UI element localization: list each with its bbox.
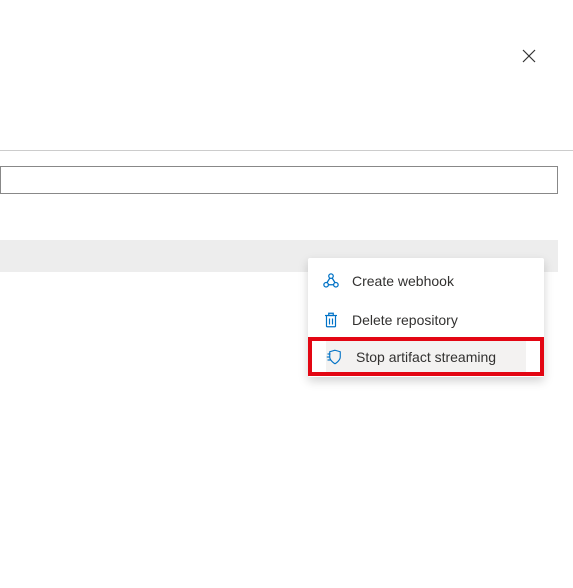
trash-icon [322, 311, 340, 329]
menu-item-label: Stop artifact streaming [356, 349, 496, 365]
context-menu: Create webhook Delete repository [308, 258, 544, 377]
webhook-icon [322, 272, 340, 290]
close-icon [521, 48, 537, 69]
menu-item-label: Delete repository [352, 312, 458, 328]
close-button[interactable] [519, 48, 539, 68]
menu-item-stop-artifact-streaming[interactable]: Stop artifact streaming [308, 337, 544, 376]
shield-stream-icon [326, 348, 344, 366]
text-input[interactable] [0, 166, 558, 194]
divider [0, 150, 573, 151]
menu-item-delete-repository[interactable]: Delete repository [308, 300, 544, 339]
menu-item-label: Create webhook [352, 273, 454, 289]
menu-item-create-webhook[interactable]: Create webhook [308, 261, 544, 300]
